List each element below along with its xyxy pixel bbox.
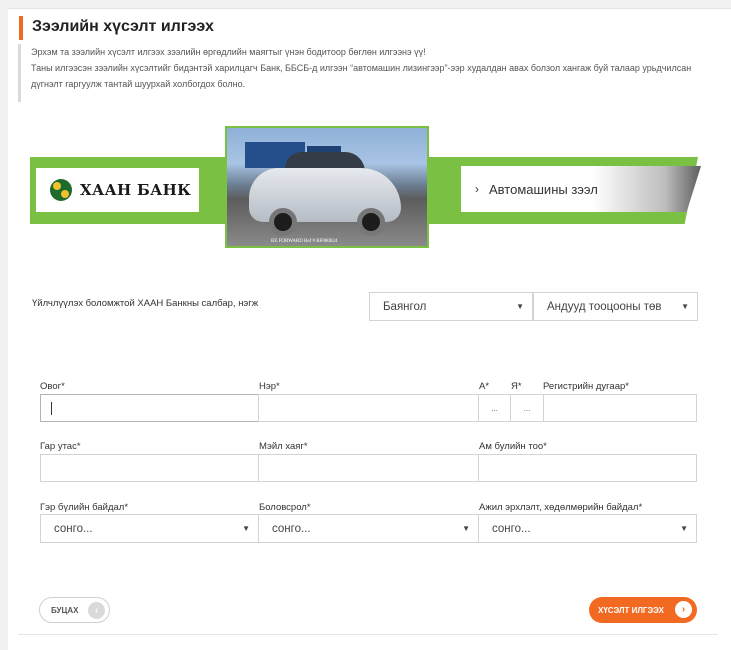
email-input[interactable] bbox=[258, 454, 479, 482]
branch-label: Үйлчлүүлэх боломжтой ХААН Банкны салбар,… bbox=[32, 298, 259, 309]
district-select[interactable]: Баянгол ▼ bbox=[369, 292, 533, 321]
surname-label: Овог* bbox=[40, 381, 65, 392]
education-value: сонго... bbox=[272, 522, 311, 535]
register-label: Регистрийн дугаар* bbox=[543, 381, 629, 392]
text-cursor bbox=[51, 402, 52, 415]
education-select[interactable]: сонго... ▼ bbox=[258, 514, 479, 543]
register-number-input[interactable] bbox=[543, 394, 697, 422]
branch-unit-value: Андууд тооцооны төв bbox=[547, 300, 662, 313]
reg-ya-label: Я* bbox=[511, 381, 522, 392]
chevron-left-icon: ‹ bbox=[88, 602, 105, 619]
reg-a-label: А* bbox=[479, 381, 490, 392]
photo-watermark: BE FORWARD Ref # BF080024 bbox=[271, 239, 338, 244]
title-accent-bar bbox=[19, 16, 23, 40]
marital-select[interactable]: сонго... ▼ bbox=[40, 514, 259, 543]
khan-bank-logo: ХААН БАНК bbox=[36, 168, 199, 212]
branch-unit-select[interactable]: Андууд тооцооны төв ▼ bbox=[533, 292, 698, 321]
page-title: Зээлийн хүсэлт илгээх bbox=[32, 18, 214, 35]
car-loan-label: Автомашины зээл bbox=[489, 181, 598, 197]
district-value: Баянгол bbox=[383, 300, 427, 313]
caret-down-icon: ▼ bbox=[681, 302, 689, 311]
marital-value: сонго... bbox=[54, 522, 93, 535]
reg-ya-value: ... bbox=[523, 403, 531, 413]
bank-logo-icon bbox=[50, 179, 72, 201]
reg-a-value: ... bbox=[491, 403, 498, 413]
family-count-label: Ам булийн тоо* bbox=[479, 441, 547, 452]
submit-button-label: ХҮСЭЛТ ИЛГЭЭХ bbox=[598, 605, 664, 615]
marital-label: Гэр бүлийн байдал* bbox=[40, 502, 129, 513]
caret-down-icon: ▼ bbox=[462, 524, 470, 533]
intro-line-2: Таны илгээсэн зээлийн хүсэлтийг бидэнтэй… bbox=[31, 63, 692, 89]
name-input[interactable] bbox=[258, 394, 479, 422]
reg-letter-a-select[interactable]: ... bbox=[478, 394, 511, 422]
footer-divider bbox=[18, 634, 718, 635]
submit-request-button[interactable]: ХҮСЭЛТ ИЛГЭЭХ › bbox=[589, 597, 697, 623]
employment-select[interactable]: сонго... ▼ bbox=[478, 514, 697, 543]
phone-input[interactable] bbox=[40, 454, 259, 482]
car-photo: BE FORWARD Ref # BF080024 bbox=[225, 126, 429, 248]
employment-label: Ажил эрхлэлт, хөдөлмөрийн байдал* bbox=[479, 502, 643, 513]
employment-value: сонго... bbox=[492, 522, 531, 535]
chevron-right-icon: › bbox=[675, 601, 692, 618]
caret-down-icon: ▼ bbox=[680, 524, 688, 533]
car-loan-banner: ХААН БАНК BE FORWARD Ref # BF080024 › Ав… bbox=[30, 126, 701, 248]
surname-input[interactable] bbox=[40, 394, 259, 422]
back-button-label: БУЦАХ bbox=[51, 605, 79, 615]
car-loan-link[interactable]: › Автомашины зээл bbox=[461, 166, 701, 212]
intro-text: Эрхэм та зээлийн хүсэлт илгээх зээлийн ө… bbox=[18, 44, 708, 102]
phone-label: Гар утас* bbox=[40, 441, 81, 452]
bank-name: ХААН БАНК bbox=[80, 181, 192, 199]
email-label: Мэйл хаяг* bbox=[259, 441, 308, 452]
family-count-input[interactable] bbox=[478, 454, 697, 482]
education-label: Боловсрол* bbox=[259, 502, 311, 513]
name-label: Нэр* bbox=[259, 381, 280, 392]
intro-line-1: Эрхэм та зээлийн хүсэлт илгээх зээлийн ө… bbox=[31, 47, 426, 57]
caret-down-icon: ▼ bbox=[242, 524, 250, 533]
loan-request-card bbox=[8, 8, 731, 650]
caret-down-icon: ▼ bbox=[516, 302, 524, 311]
back-button[interactable]: БУЦАХ ‹ bbox=[39, 597, 110, 623]
chevron-right-icon: › bbox=[475, 182, 479, 196]
reg-letter-ya-select[interactable]: ... bbox=[510, 394, 544, 422]
